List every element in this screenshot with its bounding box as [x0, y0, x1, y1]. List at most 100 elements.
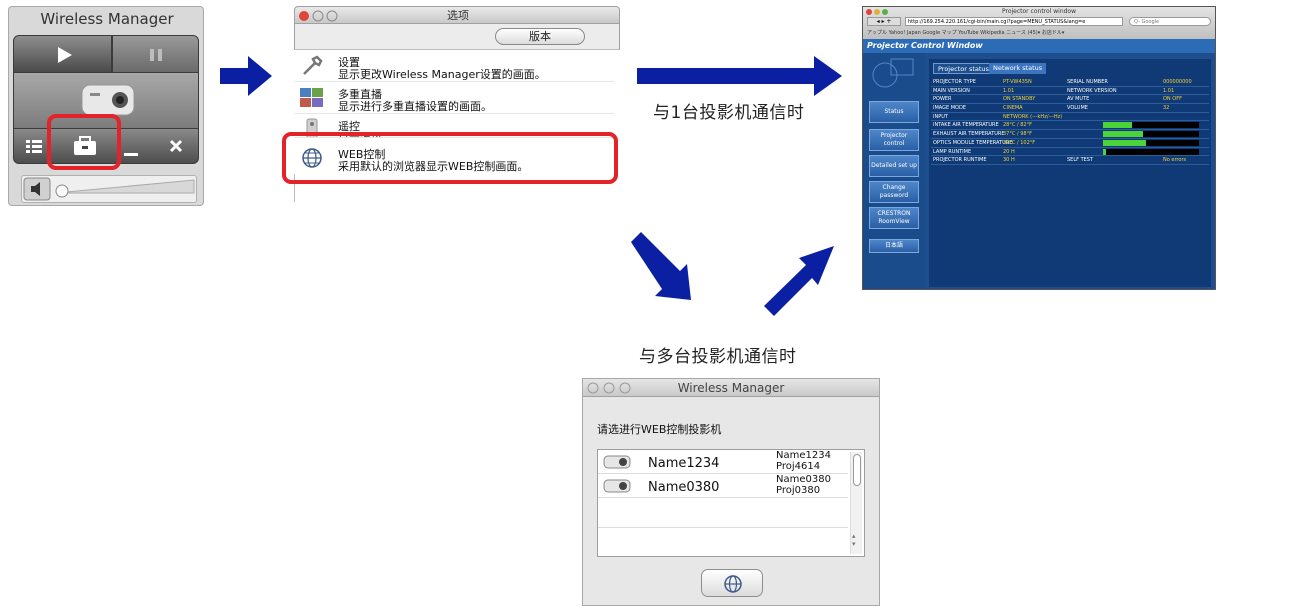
- status-row: INPUT NETWORK (---kHz/---Hz): [931, 113, 1209, 122]
- pcw-sidebar: Status Projector control Detailed set up…: [863, 53, 925, 289]
- tab-network-status[interactable]: Network status: [989, 63, 1047, 74]
- projector-control-window: Projector control window ◂ ▸ + http://16…: [862, 6, 1216, 290]
- bookmarks-bar[interactable]: アップル Yahoo! Japan Google マップ YouTube Wik…: [867, 29, 1064, 36]
- options-titlebar: 选项: [294, 6, 620, 24]
- status-key: MAIN VERSION: [933, 87, 970, 94]
- status-value-2: 32: [1163, 105, 1170, 112]
- select-prompt: 请选进行WEB控制投影机: [597, 423, 722, 436]
- temperature-bar: [1103, 148, 1199, 155]
- browser-chrome: Projector control window ◂ ▸ + http://16…: [863, 7, 1215, 39]
- list-scrollbar[interactable]: ▴ ▾: [850, 452, 862, 554]
- sidebar-change-password-button[interactable]: Change password: [869, 181, 919, 203]
- scroll-thumb[interactable]: [853, 454, 861, 486]
- label-multiple-projectors: 与多台投影机通信时: [639, 347, 797, 367]
- projector-name-secondary: Name0380 Proj0380: [776, 474, 831, 496]
- options-window: 选项 版本 设置 显示更改Wireless Manager设置的画面。 多重直播…: [282, 6, 620, 202]
- status-value: 20 H: [1003, 148, 1015, 155]
- tab-projector-status[interactable]: Projector status: [933, 63, 994, 74]
- temperature-bar-fill: [1103, 122, 1132, 129]
- status-value-2: 000000000: [1163, 79, 1192, 85]
- sidebar-japanese-button[interactable]: 日本語: [869, 239, 919, 253]
- sidebar-detailed-setup-button[interactable]: Detailed set up: [869, 155, 919, 177]
- status-value: 28°C / 82°F: [1003, 122, 1032, 129]
- minimize-icon: [124, 153, 138, 156]
- close-dot-icon: [866, 9, 872, 15]
- pause-icon: [150, 49, 162, 61]
- play-icon: [58, 47, 72, 63]
- globe-icon: [724, 575, 742, 593]
- status-value: 39°C / 102°F: [1003, 139, 1036, 146]
- status-value: NETWORK (---kHz/---Hz): [1003, 113, 1063, 120]
- projector-name: Name1234: [648, 456, 720, 471]
- status-row: PROJECTOR RUNTIME 30 H SELF TEST No errors: [931, 156, 1209, 165]
- status-table: PROJECTOR TYPE PT-VW435N SERIAL NUMBER 0000…: [931, 78, 1209, 165]
- temperature-bar: [1103, 139, 1199, 146]
- pcw-header: Projector Control Window: [863, 39, 1215, 53]
- arrow-right-2: [637, 56, 842, 96]
- status-value: 37°C / 98°F: [1003, 131, 1032, 138]
- status-key-2: VOLUME: [1067, 105, 1088, 112]
- wireless-manager-widget: Wireless Manager: [8, 6, 204, 206]
- nav-buttons[interactable]: ◂ ▸ +: [867, 17, 901, 26]
- status-value-2: No errors: [1163, 157, 1187, 164]
- status-key: INTAKE AIR TEMPERATURE: [933, 122, 999, 129]
- status-key-2: SELF TEST: [1067, 157, 1094, 164]
- list-item[interactable]: Name0380 Name0380 Proj0380: [598, 474, 848, 498]
- options-item-multilive[interactable]: 多重直播 显示进行多重直播设置的画面。: [294, 82, 614, 114]
- status-row: IMAGE MODE CINEMA VOLUME 32: [931, 104, 1209, 113]
- pause-button[interactable]: [112, 35, 199, 73]
- select-titlebar: Wireless Manager: [583, 379, 879, 397]
- url-bar[interactable]: http://169.254.220.161/cgi-bin/main.cgi?…: [905, 17, 1123, 26]
- options-item-desc: 显示进行多重直播设置的画面。: [338, 100, 492, 113]
- status-value: CINEMA: [1003, 105, 1023, 112]
- status-value-2: 1.01: [1163, 87, 1175, 94]
- status-key: INPUT: [933, 113, 948, 120]
- status-value: ON STANDBY: [1003, 96, 1036, 103]
- list-item[interactable]: Name1234 Name1234 Proj4614: [598, 450, 848, 474]
- options-title: 选项: [447, 9, 469, 22]
- status-row: LAMP RUNTIME 20 H: [931, 148, 1209, 157]
- status-key-2: NETWORK VERSION: [1067, 87, 1117, 94]
- status-row: EXHAUST AIR TEMPERATURE 37°C / 98°F: [931, 130, 1209, 139]
- zoom-dot-icon: [882, 9, 888, 15]
- scroll-arrows-icon[interactable]: ▴ ▾: [852, 532, 856, 548]
- minimize-dot-icon: [874, 9, 880, 15]
- projector-name-secondary: Name1234 Proj4614: [776, 450, 831, 472]
- temperature-bar-fill: [1103, 131, 1144, 138]
- version-button[interactable]: 版本: [495, 28, 585, 45]
- arrow-right-1: [220, 56, 272, 96]
- options-item-settings[interactable]: 设置 显示更改Wireless Manager设置的画面。: [294, 50, 614, 82]
- projector-list: Name1234 Name1234 Proj4614 Name0380 Name0…: [597, 449, 865, 557]
- projector-logo-icon: [872, 58, 914, 88]
- status-key: IMAGE MODE: [933, 105, 967, 112]
- status-row: MAIN VERSION 1.01 NETWORK VERSION 1.01: [931, 87, 1209, 96]
- status-key: LAMP RUNTIME: [933, 148, 972, 155]
- sidebar-projector-control-button[interactable]: Projector control: [869, 129, 919, 151]
- temperature-bar: [1103, 131, 1199, 138]
- status-row: PROJECTOR TYPE PT-VW435N SERIAL NUMBER 0000…: [931, 78, 1209, 87]
- status-value: 30 H: [1003, 157, 1015, 164]
- volume-slider[interactable]: [21, 175, 197, 203]
- web-control-button[interactable]: [701, 569, 763, 597]
- status-key: OPTICS MODULE TEMPERATURE: [933, 139, 1013, 146]
- status-row: OPTICS MODULE TEMPERATURE 39°C / 102°F: [931, 139, 1209, 148]
- sidebar-crestron-button[interactable]: CRESTRON RoomView: [869, 207, 919, 229]
- toolbox-highlight: [47, 114, 121, 170]
- select-window-title: Wireless Manager: [677, 381, 785, 395]
- webcontrol-highlight: [282, 132, 618, 184]
- status-key: EXHAUST AIR TEMPERATURE: [933, 131, 1005, 138]
- multiscreen-icon: [300, 88, 323, 107]
- projector-select-window: Wireless Manager 请选进行WEB控制投影机 Name1234 N…: [582, 378, 880, 606]
- projector-name: Name0380: [648, 480, 720, 495]
- projector-icon: [603, 479, 631, 493]
- sidebar-status-button[interactable]: Status: [869, 101, 919, 123]
- status-key: PROJECTOR RUNTIME: [933, 157, 987, 164]
- projector-icon: [603, 455, 631, 469]
- status-row: INTAKE AIR TEMPERATURE 28°C / 82°F: [931, 121, 1209, 131]
- label-single-projector: 与1台投影机通信时: [653, 103, 805, 123]
- options-item-desc: 显示更改Wireless Manager设置的画面。: [338, 68, 546, 81]
- options-toolbar: 版本: [294, 24, 620, 50]
- search-input[interactable]: Q- Google: [1129, 17, 1211, 26]
- play-button[interactable]: [13, 35, 112, 73]
- list-item-empty: [598, 528, 848, 552]
